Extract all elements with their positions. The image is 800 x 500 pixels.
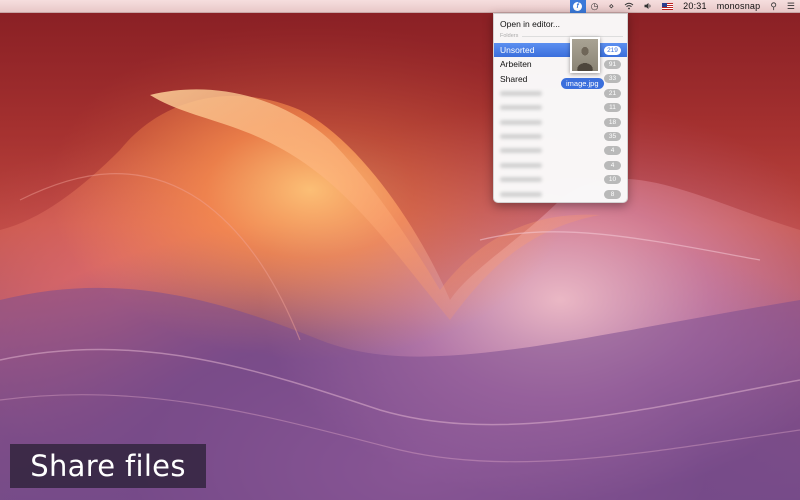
folder-count-badge: 21: [604, 88, 621, 98]
bluetooth-icon[interactable]: ⋄: [604, 0, 620, 13]
folder-item[interactable]: 21: [494, 86, 627, 100]
time-machine-icon[interactable]: ◷: [586, 0, 604, 13]
monosnap-glyph: f: [573, 1, 583, 11]
input-source-flag-icon[interactable]: [657, 0, 678, 13]
folder-count-badge: 10: [604, 175, 621, 185]
dragged-file-label: image.jpg: [561, 78, 604, 89]
blurred-folder-label: [500, 162, 542, 168]
folder-count-badge: 18: [604, 117, 621, 127]
monosnap-dropdown-menu: Open in editor... Folders Unsorted 219 Arb…: [493, 13, 628, 203]
blurred-folder-label: [500, 119, 542, 125]
folder-label: Arbeiten: [500, 59, 532, 70]
folder-count-badge: 91: [604, 59, 621, 69]
folders-section-label: Folders: [500, 33, 519, 39]
notification-center-icon[interactable]: ☰: [782, 0, 800, 13]
wifi-icon[interactable]: [619, 0, 639, 13]
folder-item[interactable]: 4: [494, 158, 627, 172]
folder-item[interactable]: 35: [494, 129, 627, 143]
thumbnail-photo: [572, 39, 598, 71]
folder-count-badge: 219: [604, 45, 621, 55]
folder-item[interactable]: Unsorted 219: [494, 43, 627, 57]
folder-label: Shared: [500, 73, 528, 84]
open-in-editor-item[interactable]: Open in editor...: [494, 17, 627, 30]
blurred-folder-label: [500, 90, 542, 96]
folder-item[interactable]: 10: [494, 173, 627, 187]
blurred-folder-label: [500, 148, 542, 154]
folder-count-badge: 11: [604, 103, 621, 113]
desktop-wallpaper: [0, 0, 800, 500]
feature-caption: Share files: [10, 444, 206, 488]
folder-item[interactable]: Arbeiten 91: [494, 57, 627, 71]
folder-count-badge: 4: [604, 146, 621, 156]
folder-item[interactable]: 11: [494, 101, 627, 115]
dragged-image-thumbnail[interactable]: [570, 37, 600, 73]
user-name[interactable]: monosnap: [712, 0, 766, 13]
blurred-folder-label: [500, 133, 542, 139]
folder-label: Unsorted: [500, 45, 535, 55]
wifi-icon-svg: [624, 2, 634, 10]
volume-icon[interactable]: [639, 0, 657, 13]
folder-count-badge: 8: [604, 189, 621, 199]
folder-count-badge: 4: [604, 160, 621, 170]
blurred-folder-label: [500, 105, 542, 111]
monosnap-icon[interactable]: f: [569, 0, 586, 13]
clock[interactable]: 20:31: [678, 0, 712, 13]
spotlight-search-icon[interactable]: ⚲: [765, 0, 782, 13]
menu-bar: f ◷ ⋄ 20:31 monosnap ⚲ ☰: [0, 0, 800, 13]
wallpaper-rock-waves: [0, 13, 800, 500]
folders-section-header: Folders: [500, 32, 623, 40]
blurred-folder-label: [500, 177, 542, 183]
volume-icon-svg: [644, 3, 651, 9]
folder-count-badge: 35: [604, 131, 621, 141]
folder-item[interactable]: 18: [494, 115, 627, 129]
folder-count-badge: 33: [604, 74, 621, 84]
us-flag-icon: [662, 2, 674, 10]
blurred-folder-label: [500, 191, 542, 197]
folder-item[interactable]: 8: [494, 187, 627, 201]
folder-item[interactable]: 4: [494, 144, 627, 158]
